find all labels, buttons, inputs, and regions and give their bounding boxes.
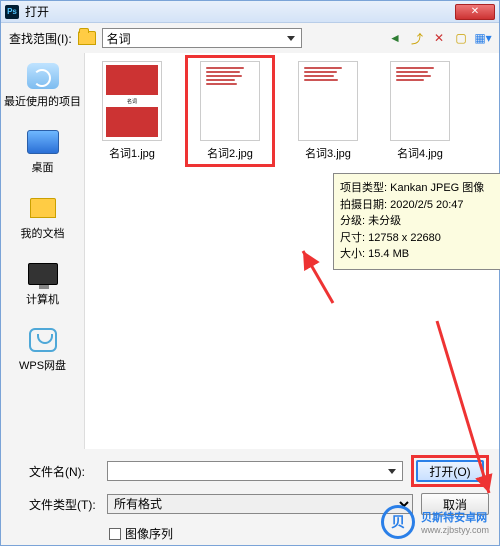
place-label: 最近使用的项目	[4, 93, 81, 109]
annotation-arrow-icon	[429, 313, 500, 503]
view-icon[interactable]: ▦▾	[475, 30, 491, 46]
file-item-selected[interactable]: 名词2.jpg	[191, 61, 269, 161]
filename-input[interactable]	[107, 461, 403, 481]
newfolder-icon[interactable]: ▢	[453, 30, 469, 46]
place-recent[interactable]: 最近使用的项目	[3, 57, 82, 113]
watermark-icon: 贝	[381, 505, 415, 539]
folder-icon	[78, 31, 96, 45]
lookin-label: 查找范围(I):	[9, 30, 72, 47]
close-button[interactable]: ✕	[455, 4, 495, 20]
place-wps[interactable]: WPS网盘	[3, 321, 82, 377]
lookin-combo[interactable]: 名词	[102, 28, 302, 48]
annotation-arrow-icon	[293, 243, 343, 313]
recent-icon	[27, 63, 59, 89]
filetype-select[interactable]: 所有格式	[107, 494, 413, 514]
place-label: 我的文档	[21, 225, 65, 241]
chevron-down-icon	[388, 469, 396, 474]
open-dialog: Ps 打开 ✕ 查找范围(I): 名词 ◄ ⤴ ✕ ▢ ▦▾ 最近使用的项目 桌…	[0, 0, 500, 546]
thumbnail	[200, 61, 260, 141]
thumbnail: 名词	[102, 61, 162, 141]
toolbar-icons: ◄ ⤴ ✕ ▢ ▦▾	[387, 30, 491, 46]
sequence-checkbox[interactable]	[109, 528, 121, 540]
desktop-icon	[27, 130, 59, 154]
file-list[interactable]: 名词 名词1.jpg 名词2.jpg 名词3.	[85, 53, 499, 449]
sequence-label: 图像序列	[125, 525, 173, 542]
up-icon[interactable]: ⤴	[409, 30, 425, 46]
back-icon[interactable]: ◄	[387, 30, 403, 46]
cloud-icon	[29, 328, 57, 352]
place-computer[interactable]: 计算机	[3, 255, 82, 311]
places-bar: 最近使用的项目 桌面 我的文档 计算机 WPS网盘	[1, 53, 85, 449]
file-label: 名词3.jpg	[305, 145, 351, 161]
content-area: 最近使用的项目 桌面 我的文档 计算机 WPS网盘	[1, 53, 499, 449]
delete-icon[interactable]: ✕	[431, 30, 447, 46]
watermark-url: www.zjbstyy.com	[421, 525, 489, 535]
lookin-value: 名词	[107, 30, 287, 47]
documents-icon	[30, 198, 56, 218]
file-item[interactable]: 名词 名词1.jpg	[93, 61, 171, 173]
photoshop-icon: Ps	[5, 5, 19, 19]
lookin-row: 查找范围(I): 名词 ◄ ⤴ ✕ ▢ ▦▾	[1, 23, 499, 53]
filename-label: 文件名(N):	[29, 463, 99, 480]
place-label: 计算机	[26, 291, 59, 307]
watermark-text: 贝斯特安卓网	[421, 509, 489, 525]
place-label: 桌面	[32, 159, 54, 175]
selection-highlight: 名词2.jpg	[185, 55, 275, 167]
watermark: 贝 贝斯特安卓网 www.zjbstyy.com	[381, 505, 489, 539]
thumbnail	[298, 61, 358, 141]
place-label: WPS网盘	[19, 357, 66, 373]
file-item[interactable]: 名词4.jpg	[381, 61, 459, 173]
place-desktop[interactable]: 桌面	[3, 123, 82, 179]
file-label: 名词1.jpg	[109, 145, 155, 161]
filetype-label: 文件类型(T):	[29, 496, 99, 513]
thumbnail	[390, 61, 450, 141]
file-tooltip: 项目类型: Kankan JPEG 图像 拍摄日期: 2020/2/5 20:4…	[333, 173, 500, 270]
file-label: 名词2.jpg	[207, 145, 253, 161]
computer-icon	[28, 263, 58, 285]
file-label: 名词4.jpg	[397, 145, 443, 161]
titlebar: Ps 打开 ✕	[1, 1, 499, 23]
window-title: 打开	[25, 3, 455, 20]
file-item[interactable]: 名词3.jpg	[289, 61, 367, 173]
chevron-down-icon	[287, 36, 295, 41]
place-documents[interactable]: 我的文档	[3, 189, 82, 245]
